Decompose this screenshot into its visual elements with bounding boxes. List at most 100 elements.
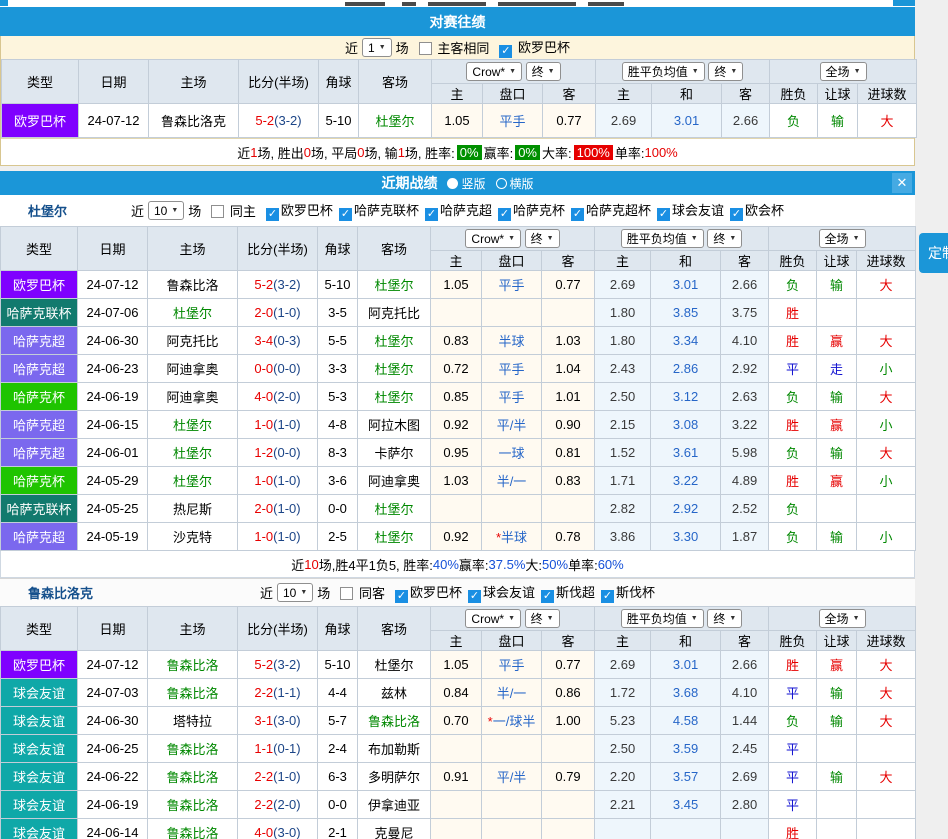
avg-draw-odds: 2.92 (651, 495, 721, 523)
teamA-title[interactable]: 杜堡尔 (28, 201, 67, 220)
away-team[interactable]: 杜堡尔 (359, 104, 432, 138)
league-checkbox[interactable]: ✓斯伐杯 (595, 585, 655, 600)
odds-stage-select[interactable]: 终▼ (525, 609, 560, 628)
avg-odds-select[interactable]: 胜平负均值▼ (621, 609, 704, 628)
crow-away-odds: 0.90 (542, 411, 595, 439)
league-checkbox[interactable]: ✓球会友谊 (462, 585, 535, 600)
chevron-down-icon: ▼ (547, 615, 554, 622)
odds-company-select[interactable]: Crow*▼ (465, 609, 521, 628)
home-team[interactable]: 杜堡尔 (148, 439, 238, 467)
home-team[interactable]: 鲁森比洛 (148, 735, 238, 763)
chevron-down-icon: ▼ (853, 615, 860, 622)
type-badge: 球会友谊 (1, 819, 78, 839)
away-team[interactable]: 杜堡尔 (358, 651, 431, 679)
crow-away-odds: 0.83 (542, 467, 595, 495)
scope-select[interactable]: 全场▼ (819, 229, 866, 248)
home-team[interactable]: 阿克托比 (148, 327, 238, 355)
home-team[interactable]: 阿迪拿奥 (148, 355, 238, 383)
league-checkbox[interactable]: ✓哈萨克联杯 (333, 203, 419, 218)
away-team[interactable]: 鲁森比洛 (358, 707, 431, 735)
league-checkbox[interactable]: ✓哈萨克超 (419, 203, 492, 218)
odds-company-select[interactable]: Crow*▼ (465, 229, 521, 248)
result-goals: 大 (857, 439, 916, 467)
scope-select[interactable]: 全场▼ (820, 62, 867, 81)
result-wdl: 胜 (769, 327, 817, 355)
home-team[interactable]: 鲁森比洛 (148, 271, 238, 299)
same-away-checkbox[interactable]: 同客 (334, 583, 385, 602)
avg-stage-select[interactable]: 终▼ (708, 62, 743, 81)
close-icon[interactable]: ✕ (892, 173, 912, 193)
type-badge: 哈萨克杯 (1, 467, 78, 495)
home-team[interactable]: 鲁森比洛克 (149, 104, 239, 138)
home-team[interactable]: 鲁森比洛 (148, 651, 238, 679)
avg-away-odds: 2.66 (721, 271, 769, 299)
horizontal-radio[interactable] (496, 178, 507, 189)
league-checkbox[interactable]: ✓欧罗巴杯 (389, 585, 462, 600)
home-team[interactable]: 杜堡尔 (148, 299, 238, 327)
crow-home-odds: 0.72 (431, 355, 482, 383)
away-team[interactable]: 克曼尼 (358, 819, 431, 839)
away-team[interactable]: 兹林 (358, 679, 431, 707)
avg-away-odds: 3.75 (721, 299, 769, 327)
home-team[interactable]: 鲁森比洛 (148, 679, 238, 707)
home-team[interactable]: 鲁森比洛 (148, 791, 238, 819)
avg-odds-select[interactable]: 胜平负均值▼ (621, 229, 704, 248)
avg-stage-select[interactable]: 终▼ (707, 229, 742, 248)
away-team[interactable]: 杜堡尔 (358, 495, 431, 523)
crow-away-odds: 0.86 (542, 679, 595, 707)
crow-home-odds: 1.05 (432, 104, 483, 138)
away-team[interactable]: 多明萨尔 (358, 763, 431, 791)
h2h-count-select[interactable]: 1 ▼ (362, 38, 392, 57)
league-checkbox[interactable]: ✓哈萨克超杯 (565, 203, 651, 218)
teamB-count-select[interactable]: 10 ▼ (277, 583, 313, 602)
home-team[interactable]: 阿迪拿奥 (148, 383, 238, 411)
home-team[interactable]: 杜堡尔 (148, 411, 238, 439)
home-team[interactable]: 热尼斯 (148, 495, 238, 523)
same-home-checkbox[interactable]: 同主 (205, 201, 256, 220)
home-team[interactable]: 杜堡尔 (148, 467, 238, 495)
chevron-down-icon: ▼ (691, 235, 698, 242)
avg-home-odds: 1.80 (595, 327, 651, 355)
away-team[interactable]: 卡萨尔 (358, 439, 431, 467)
handicap: 平手 (482, 383, 542, 411)
away-team[interactable]: 伊拿迪亚 (358, 791, 431, 819)
match-date: 24-06-14 (78, 819, 148, 839)
odds-stage-select[interactable]: 终▼ (525, 229, 560, 248)
league-checkbox[interactable]: ✓ 欧罗巴杯 (493, 37, 570, 58)
result-handicap: 输 (817, 763, 857, 791)
away-team[interactable]: 杜堡尔 (358, 327, 431, 355)
away-team[interactable]: 杜堡尔 (358, 383, 431, 411)
away-team[interactable]: 杜堡尔 (358, 271, 431, 299)
avg-stage-select[interactable]: 终▼ (707, 609, 742, 628)
home-team[interactable]: 塔特拉 (148, 707, 238, 735)
league-checkbox[interactable]: ✓哈萨克杯 (492, 203, 565, 218)
home-team[interactable]: 鲁森比洛 (148, 763, 238, 791)
away-team[interactable]: 布加勒斯 (358, 735, 431, 763)
teamB-title[interactable]: 鲁森比洛克 (28, 583, 93, 602)
away-team[interactable]: 阿克托比 (358, 299, 431, 327)
customize-button[interactable]: 定制 (919, 233, 948, 273)
away-team[interactable]: 阿迪拿奥 (358, 467, 431, 495)
avg-odds-select[interactable]: 胜平负均值▼ (622, 62, 705, 81)
league-checkbox[interactable]: ✓欧会杯 (724, 203, 784, 218)
league-checkbox[interactable]: ✓球会友谊 (651, 203, 724, 218)
vertical-radio[interactable] (447, 178, 458, 189)
odds-history-page: 对赛往绩 近 1 ▼ 场 主客相同 ✓ 欧罗巴杯 (0, 0, 948, 839)
teamA-count-select[interactable]: 10 ▼ (148, 201, 184, 220)
chevron-down-icon: ▼ (729, 615, 736, 622)
avg-home-odds: 2.69 (595, 651, 651, 679)
same-home-away-checkbox[interactable]: 主客相同 (413, 38, 490, 57)
odds-stage-select[interactable]: 终▼ (526, 62, 561, 81)
away-team[interactable]: 杜堡尔 (358, 523, 431, 551)
away-team[interactable]: 阿拉木图 (358, 411, 431, 439)
home-team[interactable]: 鲁森比洛 (148, 819, 238, 839)
league-checkbox[interactable]: ✓欧罗巴杯 (260, 203, 333, 218)
odds-company-select[interactable]: Crow*▼ (466, 62, 522, 81)
away-team[interactable]: 杜堡尔 (358, 355, 431, 383)
match-date: 24-06-01 (78, 439, 148, 467)
type-badge: 哈萨克超 (1, 411, 78, 439)
scope-select[interactable]: 全场▼ (819, 609, 866, 628)
league-checkbox[interactable]: ✓斯伐超 (535, 585, 595, 600)
home-team[interactable]: 沙克特 (148, 523, 238, 551)
score: 4-0(3-0) (238, 819, 318, 839)
